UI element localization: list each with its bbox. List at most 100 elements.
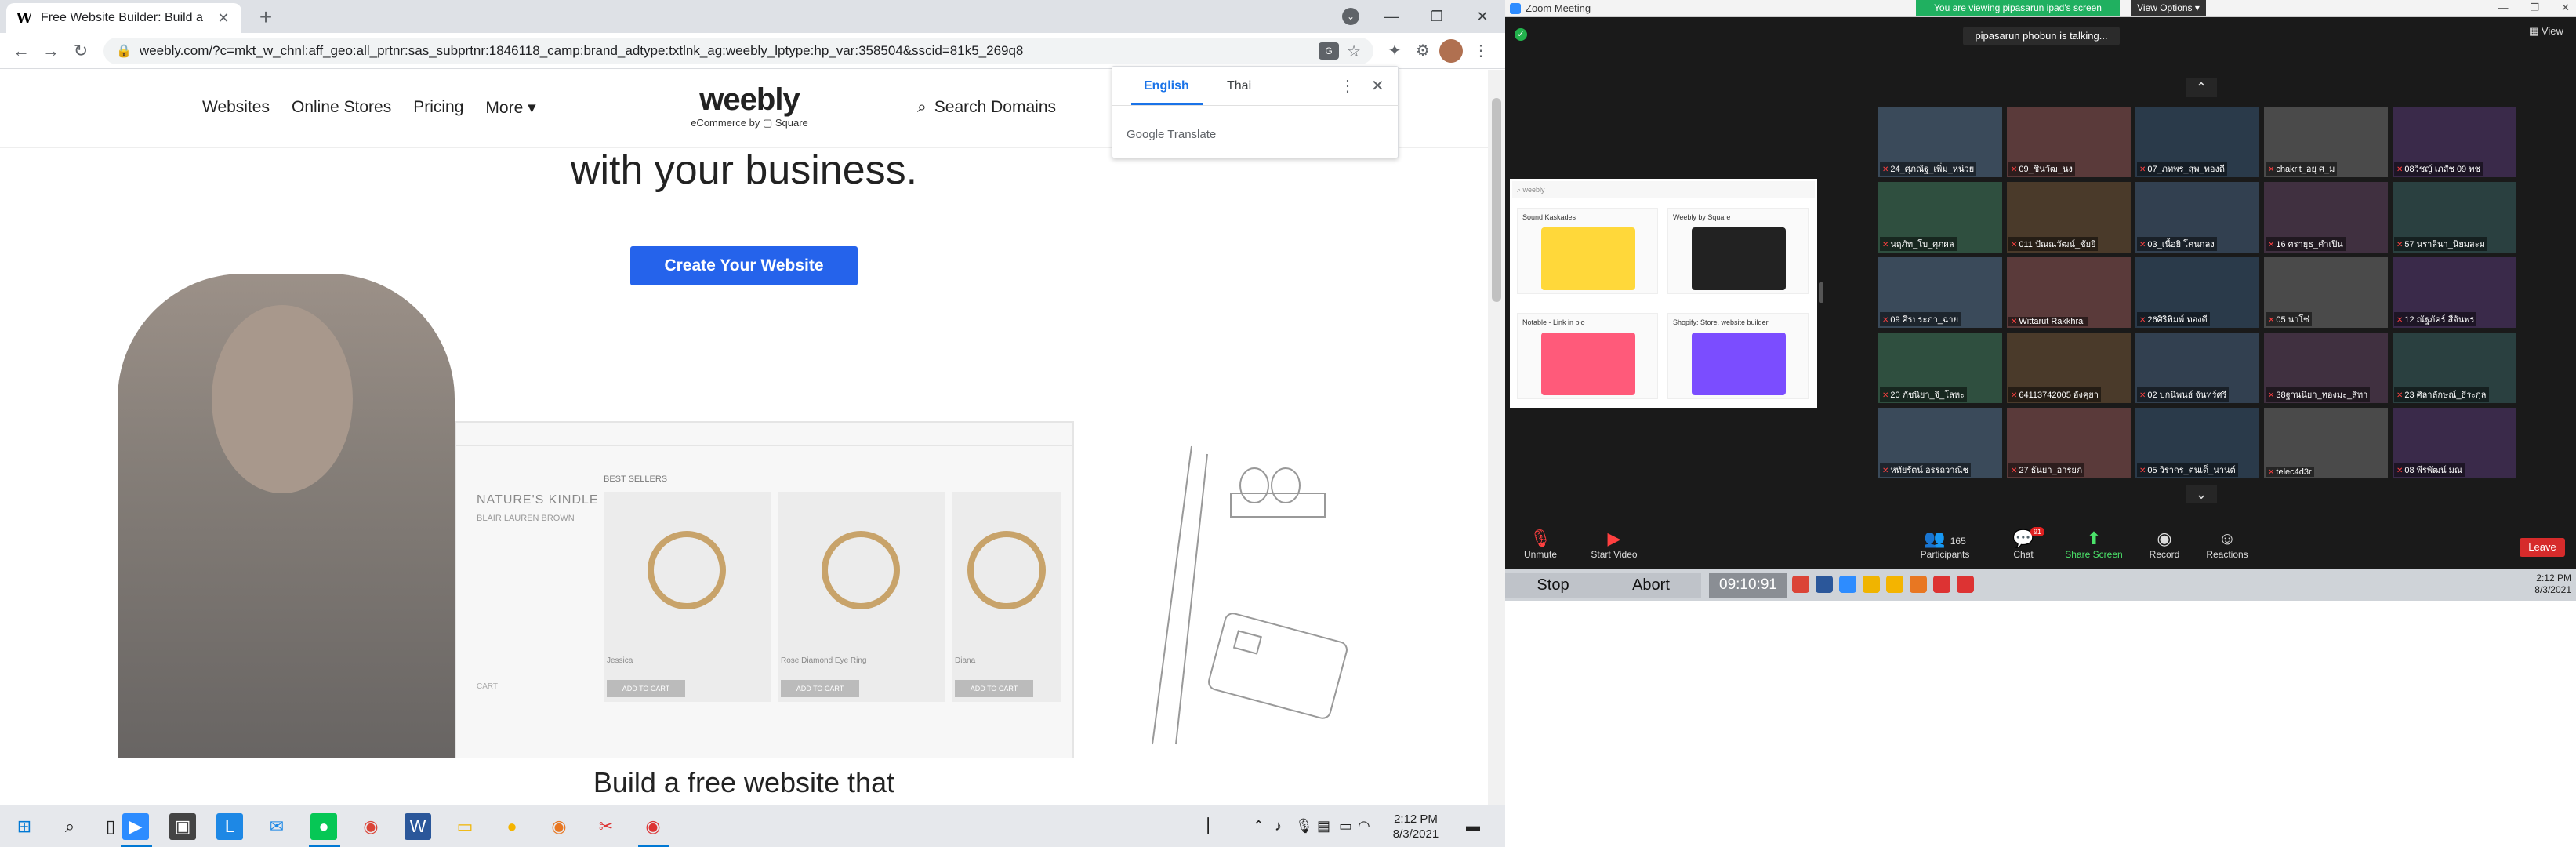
create-website-button[interactable]: Create Your Website (630, 246, 858, 285)
participant-tile[interactable]: ✕ 38ฐานนิยา_ทองมะ_สีทา (2264, 333, 2388, 403)
bookmark-star-icon[interactable]: ☆ (1347, 42, 1361, 61)
participant-tile[interactable]: ✕ 20 ภัชนิยา_จิ_โลหะ (1878, 333, 2002, 403)
record-button[interactable]: ◉ Record (2129, 529, 2200, 560)
profile-avatar[interactable] (1439, 39, 1463, 63)
participant-tile[interactable]: ✕ 08 พีรพัฒน์ มณ (2393, 408, 2516, 478)
battery-icon[interactable]: ▭ (1339, 818, 1352, 834)
abort-button[interactable]: Abort (1601, 573, 1701, 598)
zoom-app-icon[interactable] (1839, 576, 1856, 593)
chrome-icon[interactable]: ◉ (640, 813, 666, 840)
l-app-icon[interactable]: L (216, 813, 243, 840)
word-icon[interactable] (1816, 576, 1833, 593)
line-app-icon[interactable]: ● (310, 813, 337, 840)
maximize-icon[interactable]: ❐ (1414, 0, 1460, 33)
chat-button[interactable]: 💬 91 Chat (1988, 527, 2059, 560)
participant-tile[interactable]: ✕ chakrit_อยุ ศ_ม (2264, 107, 2388, 177)
search-icon[interactable]: ⌕ (56, 813, 83, 840)
view-options-button[interactable]: View Options ▾ (2131, 0, 2206, 16)
chrome-icon[interactable] (1792, 576, 1809, 593)
gallery-up-icon[interactable]: ⌃ (2186, 78, 2217, 97)
participant-tile[interactable]: ✕ 08วิชญ์ เภสัช 09 พช (2393, 107, 2516, 177)
translate-close-icon[interactable]: ✕ (1371, 76, 1384, 96)
nav-more[interactable]: More ▾ (485, 98, 535, 118)
participant-tile[interactable]: ✕ 24_ศุภณัฐ_เพิ่ม_หน่วย (1878, 107, 2002, 177)
address-bar[interactable]: 🔒 weebly.com/?c=mkt_w_chnl:aff_geo:all_p… (103, 38, 1373, 64)
nav-online-stores[interactable]: Online Stores (292, 98, 391, 118)
share-screen-button[interactable]: ⬆ Share Screen (2059, 529, 2129, 560)
network-icon[interactable]: ▤ (1317, 818, 1330, 834)
tab-search-icon[interactable]: ⌄ (1342, 8, 1359, 25)
close-window-icon[interactable]: ✕ (1460, 0, 1505, 33)
start-video-button[interactable]: ▶ Start Video (1579, 529, 1649, 560)
forward-icon[interactable]: → (39, 39, 63, 63)
app-icon[interactable] (1933, 576, 1950, 593)
search-domains-link[interactable]: ⌕ Search Domains (917, 98, 1056, 117)
split-view-handle[interactable] (1819, 282, 1823, 303)
chrome-icon[interactable] (1957, 576, 1974, 593)
participant-tile[interactable]: ✕ telec4d3r (2264, 408, 2388, 478)
participant-tile[interactable]: ✕ 26ศิริพิมพ์ ทองดี (2135, 257, 2259, 328)
task-view-icon[interactable]: ▯ (97, 813, 124, 840)
translate-more-icon[interactable]: ⋮ (1340, 76, 1355, 96)
wifi-icon[interactable]: ◠ (1358, 818, 1370, 834)
security-shield-icon[interactable]: ✓ (1515, 28, 1527, 41)
close-window-icon[interactable]: ✕ (2561, 2, 2570, 14)
unmute-button[interactable]: 🎙 Unmute (1505, 529, 1576, 560)
participant-tile[interactable]: ✕ นฤภัท_โบ_ศุภผล (1878, 182, 2002, 253)
weebly-logo[interactable]: weebly eCommerce by ▢ Square (671, 82, 828, 129)
participant-tile[interactable]: ✕ 27 ธันยา_อารยภ (2007, 408, 2131, 478)
file-explorer-icon[interactable] (1863, 576, 1880, 593)
app-icon[interactable]: ● (499, 813, 525, 840)
participant-tile[interactable]: ✕ 02 ปกนิพนธ์ จันทร์ศรี (2135, 333, 2259, 403)
participant-tile[interactable]: ✕ 05 นาโซ่ (2264, 257, 2388, 328)
page-scrollbar[interactable] (1488, 70, 1505, 805)
close-tab-icon[interactable]: ✕ (215, 10, 232, 27)
nav-pricing[interactable]: Pricing (413, 98, 463, 118)
chrome-icon[interactable] (1910, 576, 1927, 593)
maximize-icon[interactable]: ❐ (2530, 2, 2539, 14)
notification-icon[interactable]: ▬ (1466, 818, 1480, 834)
mic-tray-icon[interactable]: 🎙 (1295, 818, 1313, 834)
app-icon[interactable]: ✂ (593, 813, 619, 840)
word-icon[interactable]: W (405, 813, 431, 840)
tray-chevron-icon[interactable]: ⌃ (1253, 818, 1264, 834)
nav-websites[interactable]: Websites (202, 98, 270, 118)
url-text[interactable]: weebly.com/?c=mkt_w_chnl:aff_geo:all_prt… (140, 43, 1311, 59)
participant-tile[interactable]: ✕ 12 ณัฐภัคร์ สีจันพร (2393, 257, 2516, 328)
file-explorer-icon[interactable]: ▭ (452, 813, 478, 840)
stop-button[interactable]: Stop (1505, 573, 1601, 598)
participant-tile[interactable]: ✕ 05 วิรากร_ตนเด็_นานต์ (2135, 408, 2259, 478)
participant-tile[interactable]: ✕ 57 นราลินา_นิยมสะม (2393, 182, 2516, 253)
new-tab-button[interactable]: + (252, 5, 279, 31)
participant-tile[interactable]: ✕ 07_ภทพร_สุพ_ทองดี (2135, 107, 2259, 177)
extensions-icon[interactable]: ✦ (1383, 39, 1406, 63)
participant-tile[interactable]: ✕ 16 ศรายุธ_คำเปิน (2264, 182, 2388, 253)
zoom-app-icon[interactable]: ▶ (122, 813, 149, 840)
participant-tile[interactable]: ✕ หทัยรัตน์ อรรถวาณิช (1878, 408, 2002, 478)
translate-icon[interactable]: G (1319, 42, 1340, 60)
minimize-icon[interactable]: — (1369, 0, 1414, 33)
lock-icon[interactable]: 🔒 (116, 43, 132, 59)
app-icon[interactable] (1886, 576, 1903, 593)
participant-tile[interactable]: ✕ 23 ศิลาลักษณ์_ธีระกุล (2393, 333, 2516, 403)
back-icon[interactable]: ← (9, 39, 33, 63)
chrome-menu-icon[interactable]: ⋮ (1469, 39, 1493, 63)
participant-tile[interactable]: ✕ 09 ศิรประภา_ฉาย (1878, 257, 2002, 328)
shared-screen-thumbnail[interactable]: ⌕ weebly Sound Kaskades Weebly by Square… (1510, 179, 1817, 408)
tab-weebly[interactable]: W Free Website Builder: Build a Fre ✕ (6, 3, 241, 33)
start-icon[interactable]: ⊞ (11, 813, 38, 840)
volume-icon[interactable]: ♪ (1275, 818, 1282, 834)
view-button[interactable]: ▦ View (2529, 25, 2563, 38)
participants-button[interactable]: 👥 165 Participants (1910, 529, 1980, 560)
taskbar-clock[interactable]: 2:12 PM 8/3/2021 (1378, 812, 1453, 842)
scrollbar-thumb[interactable] (1492, 98, 1501, 302)
translate-tab-thai[interactable]: Thai (1227, 79, 1251, 93)
reactions-button[interactable]: ☺ Reactions (2192, 529, 2262, 560)
extension-puzzle-icon[interactable]: ⚙ (1411, 39, 1435, 63)
store-icon[interactable]: ▣ (169, 813, 196, 840)
gallery-down-icon[interactable]: ⌄ (2186, 485, 2217, 503)
participant-tile[interactable]: ✕ 03_เนื้อยิ โคนกลง (2135, 182, 2259, 253)
mail-icon[interactable]: ✉ (263, 813, 290, 840)
minimize-icon[interactable]: — (2498, 2, 2508, 14)
participant-tile[interactable]: ✕ Wittarut Rakkhrai (2007, 257, 2131, 328)
